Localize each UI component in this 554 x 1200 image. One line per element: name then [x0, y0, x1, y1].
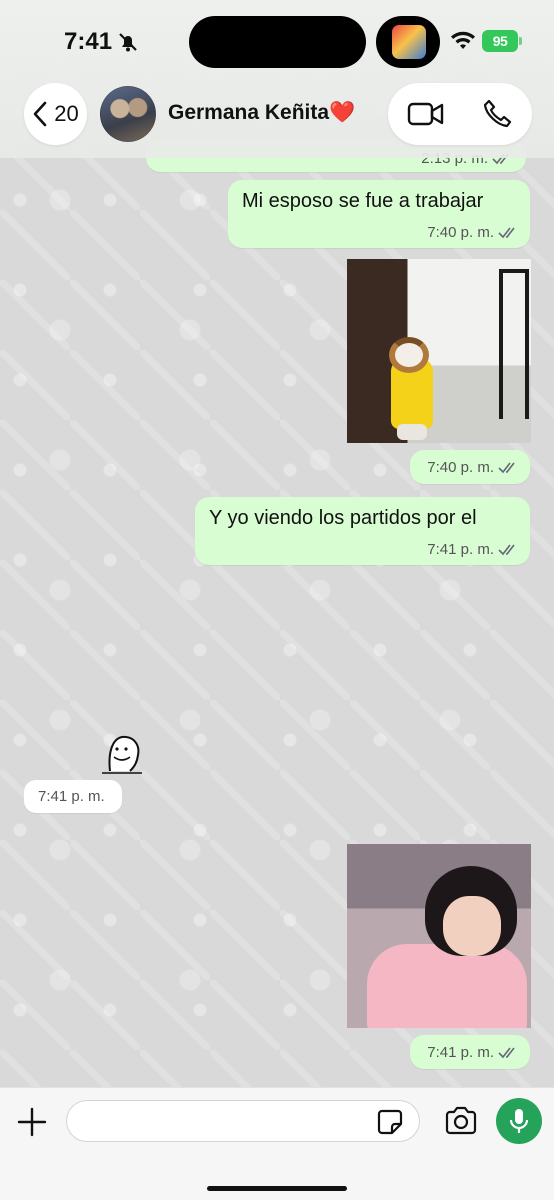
camera-icon[interactable] — [444, 1106, 478, 1136]
message-meta: 7:41 p. m. — [38, 788, 105, 805]
call-actions — [388, 83, 532, 145]
dynamic-island-activity[interactable] — [376, 16, 440, 68]
chevron-left-icon — [33, 101, 47, 127]
contact-name-text: Germana Keñita — [168, 101, 330, 124]
message-time: 7:41 p. m. — [427, 1044, 494, 1061]
activity-thumbnail — [392, 25, 426, 59]
sticker-time-badge: 7:41 p. m. — [24, 780, 122, 813]
media-time-badge: 7:41 p. m. — [410, 1035, 530, 1069]
message-input[interactable] — [66, 1100, 420, 1142]
double-check-icon — [498, 544, 515, 555]
gif-girl-face — [443, 896, 501, 956]
gif-dog-jersey[interactable] — [347, 259, 531, 443]
video-icon[interactable] — [407, 99, 445, 129]
heart-emoji: ❤️ — [329, 101, 356, 124]
contact-avatar[interactable] — [100, 86, 156, 142]
message-text: Mi esposo se fue a trabajar — [242, 190, 484, 212]
home-indicator[interactable] — [207, 1186, 347, 1191]
gif-stool — [499, 269, 529, 419]
message-time: 7:41 p. m. — [427, 541, 494, 558]
battery-nub — [519, 37, 522, 45]
status-bar: 7:41 95 — [0, 0, 554, 80]
wifi-icon — [451, 31, 475, 49]
double-check-icon — [498, 462, 515, 473]
phone-icon[interactable] — [481, 98, 513, 130]
message-meta: 7:40 p. m. — [427, 224, 518, 241]
message-bubble[interactable]: Y yo viendo los partidos por el 7:41 p. … — [195, 497, 530, 565]
back-button[interactable]: 20 — [24, 83, 87, 145]
battery-indicator: 95 — [482, 30, 518, 52]
message-bubble[interactable]: Mi esposo se fue a trabajar 7:40 p. m. — [228, 180, 530, 248]
media-time-badge: 7:40 p. m. — [410, 450, 530, 484]
sticker-icon[interactable] — [376, 1108, 404, 1136]
mic-icon — [509, 1109, 529, 1133]
message-time: 7:40 p. m. — [427, 459, 494, 476]
unread-count: 20 — [54, 101, 79, 126]
voice-message-button[interactable] — [496, 1098, 542, 1144]
composer-bar — [0, 1087, 554, 1200]
message-time: 7:40 p. m. — [427, 224, 494, 241]
double-check-icon — [498, 227, 515, 238]
double-check-icon — [498, 1047, 515, 1058]
battery-level: 95 — [492, 33, 508, 49]
gif-dog-head — [389, 337, 429, 373]
gif-dog-legs — [397, 424, 427, 440]
message-meta: 7:40 p. m. — [427, 459, 518, 476]
bell-slash-icon — [119, 33, 137, 52]
sticker-flork[interactable] — [100, 731, 144, 775]
message-time: 7:41 p. m. — [38, 788, 105, 805]
gif-girl-dress — [367, 944, 527, 1028]
message-meta: 7:41 p. m. — [427, 1044, 518, 1061]
message-text: Y yo viendo los partidos por el — [209, 507, 477, 529]
message-meta: 7:41 p. m. — [427, 541, 518, 558]
plus-icon[interactable] — [16, 1106, 48, 1138]
contact-name[interactable]: Germana Keñita❤️ — [168, 101, 355, 125]
gif-girl-dancing[interactable] — [347, 844, 531, 1028]
dynamic-island — [189, 16, 366, 68]
status-time: 7:41 — [64, 28, 113, 55]
